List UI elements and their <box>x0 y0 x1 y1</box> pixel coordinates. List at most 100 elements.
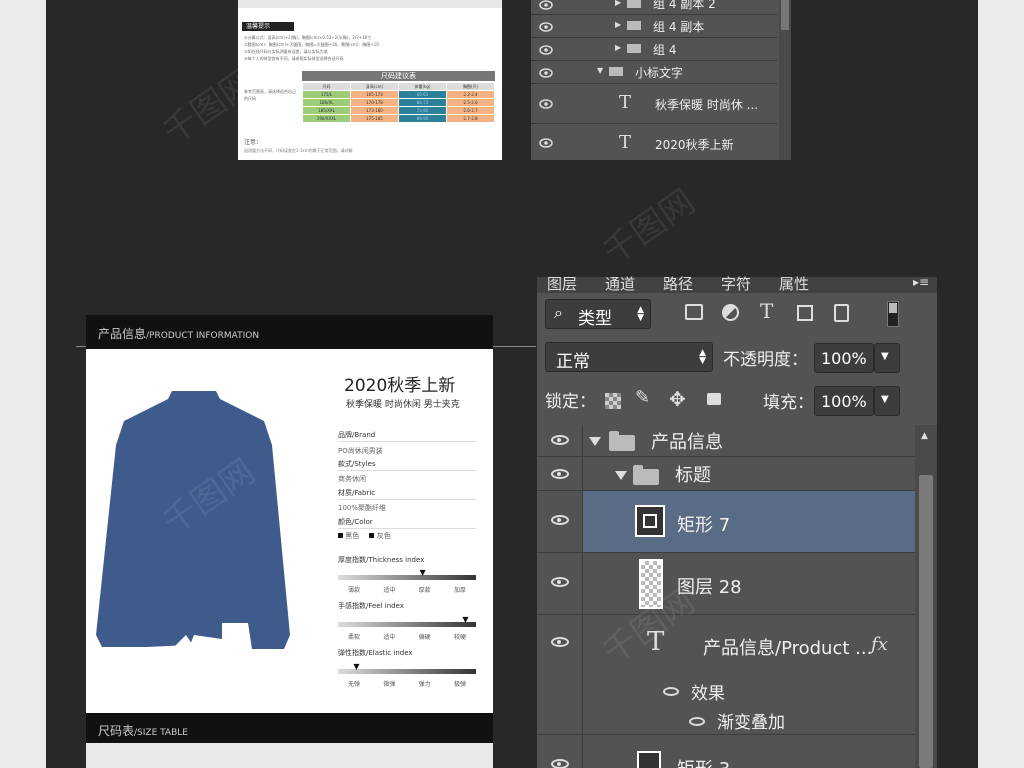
scrollbar[interactable] <box>779 0 791 160</box>
table-header: 身高(cm) <box>350 82 399 91</box>
divider <box>338 470 476 471</box>
opacity-value: 100% <box>821 349 867 368</box>
filter-kind-select[interactable]: ⌕ 类型 ▲ ▼ <box>545 299 651 329</box>
tab-layers[interactable]: 图层 <box>547 273 577 294</box>
layer-row[interactable]: ▶ 组 4 副本 2 <box>531 0 777 15</box>
adjustment-filter-icon[interactable] <box>722 304 739 321</box>
eye-icon[interactable] <box>539 45 553 55</box>
fill-dropdown-button[interactable]: ▼ <box>874 386 900 416</box>
layer-row[interactable]: T 秋季保暖 时尚休 ... <box>531 84 777 124</box>
table-row: 180/XL 170-178 66-72 2.5-2.6 <box>302 98 495 107</box>
elastic-options: 无弹 微弹 弹力 极弹 <box>338 679 476 688</box>
collapse-arrow-icon[interactable]: ▼ <box>597 66 603 75</box>
product-title: 2020秋季上新 <box>344 376 456 396</box>
collapse-arrow-icon[interactable] <box>615 471 627 480</box>
shape-filter-icon[interactable] <box>797 305 813 321</box>
tab-character[interactable]: 字符 <box>721 273 751 294</box>
product-info-sheet: 产品信息/PRODUCT INFORMATION 2020秋季上新 秋季保暖 时… <box>86 315 493 768</box>
feel-options: 柔软 适中 偏硬 较硬 <box>338 632 476 641</box>
eye-icon[interactable] <box>551 469 569 479</box>
color-label: 颜色/Color <box>338 518 373 526</box>
eye-icon[interactable] <box>551 637 569 647</box>
table-cell: 175-185 <box>350 114 399 123</box>
feel-option: 较硬 <box>453 634 466 641</box>
brand-label: 品牌/Brand <box>338 431 376 439</box>
layer-row[interactable]: ▶ 组 4 <box>531 38 777 61</box>
opacity-label: 不透明度： <box>723 350 808 370</box>
tab-paths[interactable]: 路径 <box>663 273 693 294</box>
lock-all-icon[interactable] <box>707 393 721 405</box>
eye-icon[interactable] <box>689 717 705 726</box>
layer-row[interactable]: T 2020秋季上新 <box>531 124 777 164</box>
layer-row-selected[interactable]: 矩形 7 <box>537 491 915 553</box>
scrollbar[interactable]: ▲ <box>915 425 937 768</box>
fx-icon[interactable]: fx <box>871 634 888 655</box>
eye-icon[interactable] <box>551 759 569 768</box>
layer-row[interactable]: ▶ 组 4 副本 <box>531 15 777 38</box>
layer-name: 产品信息/Product ... <box>703 638 873 659</box>
lock-move-icon[interactable]: ✥ <box>669 387 686 411</box>
elastic-marker-icon: ▼ <box>353 662 360 671</box>
tab-channels[interactable]: 通道 <box>605 273 635 294</box>
canvas-stage: 温馨提示 ①计算公式：身高(cm)÷2(胸)，胸围(cm)×0.53÷2(半胸)… <box>46 0 978 768</box>
layer-row[interactable]: ▼ 小标文字 <box>531 61 777 84</box>
layer-name: 标题 <box>675 465 711 486</box>
layer-name: 产品信息 <box>651 432 723 453</box>
scrollbar-thumb[interactable] <box>781 0 789 30</box>
blend-mode-select[interactable]: 正常 ▲ ▼ <box>545 342 713 372</box>
divider <box>338 441 476 442</box>
table-cell: 2.6-2.7 <box>446 106 495 115</box>
shape-layer-thumbnail-icon <box>637 751 661 768</box>
feel-marker-icon: ▼ <box>462 615 469 624</box>
folder-icon <box>627 44 641 53</box>
opacity-dropdown-button[interactable]: ▼ <box>874 343 900 373</box>
filter-toggle[interactable] <box>887 301 899 327</box>
expand-arrow-icon[interactable]: ▶ <box>615 0 621 7</box>
eye-icon[interactable] <box>539 68 553 78</box>
fill-input[interactable]: 100% <box>814 386 874 416</box>
eye-icon[interactable] <box>539 0 553 10</box>
visibility-toggle[interactable] <box>537 457 583 490</box>
thickness-options: 薄款 适中 厚款 加厚 <box>338 585 476 594</box>
scrollbar-thumb[interactable] <box>919 475 933 768</box>
collapse-arrow-icon[interactable] <box>589 437 601 446</box>
lock-transparency-icon[interactable] <box>605 393 621 409</box>
size-table-preview <box>86 743 493 768</box>
table-row: 185/XXL 173-180 73-85 2.6-2.7 <box>302 106 495 115</box>
lock-paint-brush-icon[interactable]: ✎ <box>635 387 650 408</box>
layer-name: 小标文字 <box>635 66 684 80</box>
layer-name: 秋季保暖 时尚休 ... <box>655 98 759 112</box>
layer-row[interactable]: 产品信息 <box>537 425 915 457</box>
layer-row[interactable]: 图层 28 <box>537 553 915 615</box>
visibility-toggle[interactable] <box>537 491 583 552</box>
scroll-up-icon[interactable]: ▲ <box>921 431 928 441</box>
expand-arrow-icon[interactable]: ▶ <box>615 20 621 29</box>
eye-icon[interactable] <box>551 435 569 445</box>
panel-menu-icon[interactable]: ▸≡ <box>913 275 929 289</box>
feel-label: 手感指数/Feel index <box>338 602 404 610</box>
layers-panel: 图层 通道 路径 字符 属性 ▸≡ ⌕ 类型 ▲ ▼ T 正常 ▲ ▼ 不透明度： … <box>537 275 937 768</box>
eye-icon[interactable] <box>539 99 553 109</box>
type-filter-icon[interactable]: T <box>760 299 773 323</box>
tab-properties[interactable]: 属性 <box>779 273 809 294</box>
eye-icon[interactable] <box>663 687 679 696</box>
visibility-toggle[interactable] <box>537 553 583 614</box>
eye-icon[interactable] <box>551 515 569 525</box>
thickness-option: 适中 <box>383 587 396 594</box>
doc-top-strip <box>238 0 502 8</box>
eye-icon[interactable] <box>539 22 553 32</box>
image-filter-icon[interactable] <box>685 304 703 320</box>
expand-arrow-icon[interactable]: ▶ <box>615 43 621 52</box>
visibility-toggle[interactable] <box>537 425 583 456</box>
eye-icon[interactable] <box>539 138 553 148</box>
opacity-input[interactable]: 100% <box>814 343 874 373</box>
eye-icon[interactable] <box>551 577 569 587</box>
table-cell: 73-85 <box>398 106 447 115</box>
layer-row[interactable]: 标题 <box>537 457 915 491</box>
visibility-toggle[interactable] <box>537 735 583 768</box>
layer-row[interactable]: 矩形 3 <box>537 735 915 768</box>
smart-object-filter-icon[interactable] <box>834 304 849 322</box>
effects-label: 效果 <box>691 684 725 704</box>
table-cell: 173-180 <box>350 106 399 115</box>
visibility-toggle[interactable] <box>537 615 583 734</box>
